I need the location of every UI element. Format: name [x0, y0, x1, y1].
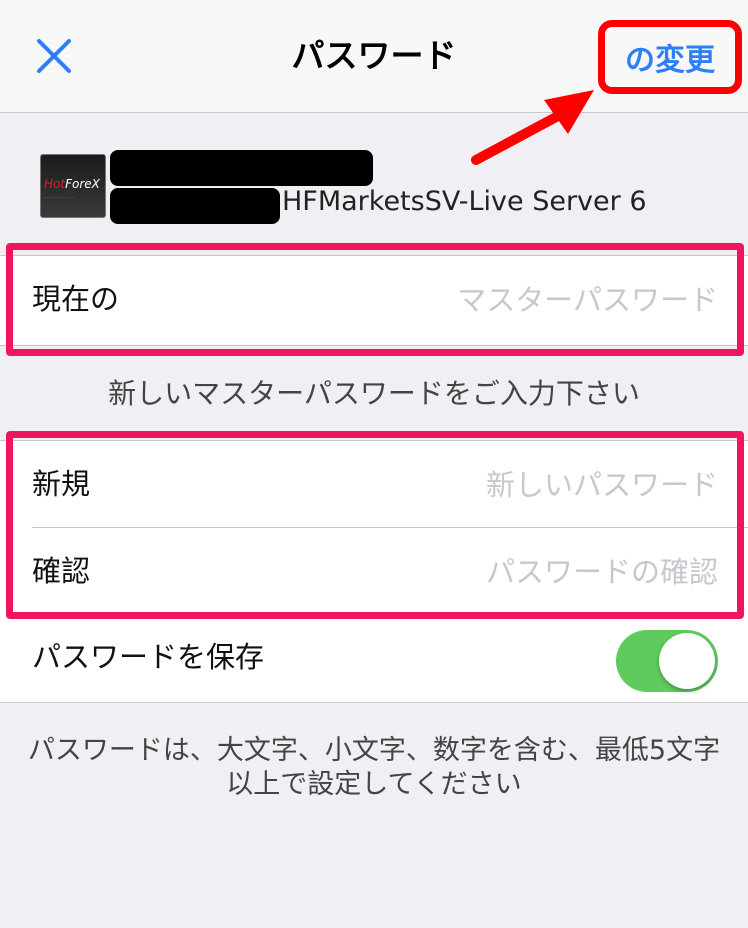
logo-tagline: · · · · · · · · · ·	[44, 195, 75, 201]
save-password-label: パスワードを保存	[32, 640, 265, 674]
annotation-arrow	[471, 90, 594, 165]
toggle-knob	[659, 633, 715, 689]
current-password-input[interactable]	[318, 275, 718, 325]
confirm-password-row: 確認	[0, 528, 748, 615]
change-button-label: の変更	[625, 43, 715, 78]
new-password-prompt: 新しいマスターパスワードをご入力下さい	[108, 377, 640, 410]
new-password-input[interactable]	[318, 460, 718, 510]
logo-text: HotForeX	[44, 177, 100, 191]
password-requirements-note: パスワードは、大文字、小文字、数字を含む、最低5文字 以上で設定してください	[0, 734, 748, 802]
broker-logo: HotForeX · · · · · · · · · ·	[40, 154, 106, 218]
new-password-label: 新規	[32, 467, 91, 501]
note-line: パスワードは、大文字、小文字、数字を含む、最低5文字	[27, 735, 721, 766]
redacted-account-name	[110, 150, 373, 186]
confirm-password-input[interactable]	[318, 547, 718, 597]
current-password-group: 現在の	[0, 255, 748, 346]
redacted-account-number	[110, 188, 280, 224]
server-name: HFMarketsSV-Live Server 6	[282, 186, 647, 217]
change-button[interactable]: の変更	[598, 20, 742, 94]
note-line: 以上で設定してください	[226, 769, 522, 800]
new-password-group: 新規 確認	[0, 440, 748, 615]
new-password-row: 新規	[0, 441, 748, 528]
save-password-toggle[interactable]	[616, 630, 718, 692]
current-password-label: 現在の	[32, 282, 120, 316]
nav-bar: パスワード の変更	[0, 0, 748, 113]
current-password-row: 現在の	[0, 256, 748, 343]
confirm-password-label: 確認	[32, 554, 91, 588]
